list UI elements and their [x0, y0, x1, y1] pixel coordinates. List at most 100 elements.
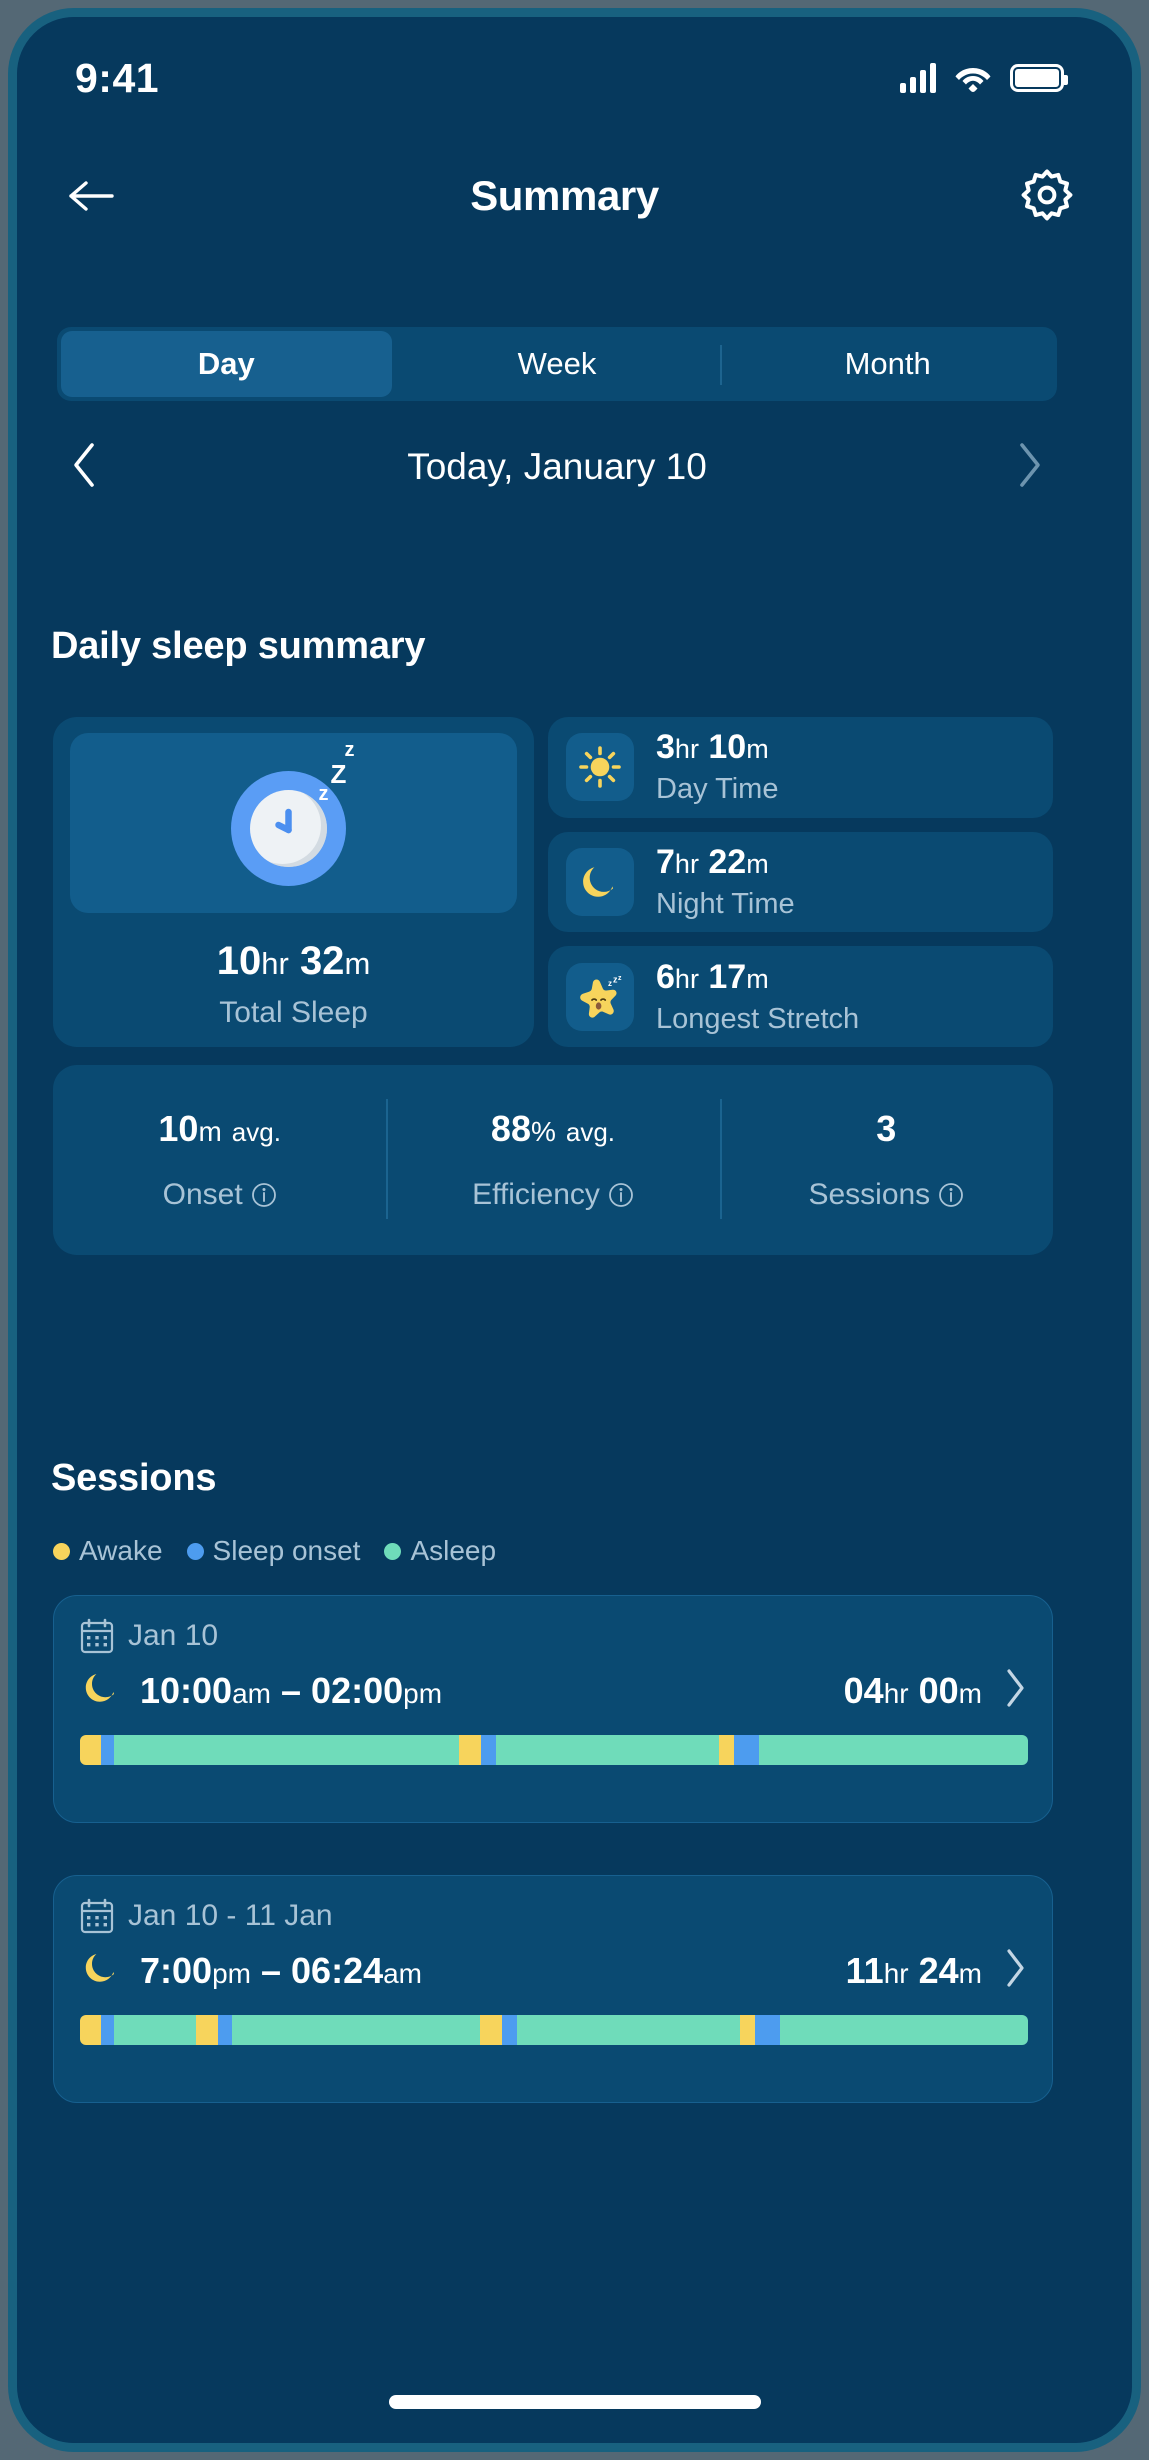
efficiency-label: Efficiency	[472, 1178, 600, 1211]
longest-stretch-hours-unit: hr	[674, 963, 699, 994]
timeline-segment-sleep-onset	[218, 2015, 232, 2045]
metric-card-night-time[interactable]: 7hr 22m Night Time	[548, 831, 1053, 933]
timeline-segment-asleep	[114, 1735, 460, 1765]
chevron-right-icon[interactable]	[1017, 442, 1043, 493]
tab-month[interactable]: Month	[722, 331, 1053, 397]
session-duration-hours: 04	[843, 1669, 884, 1711]
legend-dot-asleep	[384, 1542, 402, 1560]
sessions-label: Sessions	[808, 1178, 931, 1211]
period-tabs[interactable]: Day Week Month	[57, 327, 1057, 401]
sessions-value: 3	[876, 1108, 896, 1150]
status-time: 9:41	[75, 54, 160, 101]
tab-day[interactable]: Day	[61, 331, 392, 397]
stat-sessions[interactable]: 3 Sessions	[719, 1065, 1053, 1255]
sun-icon	[566, 733, 634, 802]
night-time-minutes-unit: m	[746, 849, 769, 879]
zzz-big: Z	[330, 759, 347, 789]
session-dash: –	[260, 1949, 282, 1991]
zzz-small-2: z	[344, 739, 355, 761]
night-time-minutes: 22	[708, 843, 747, 881]
home-indicator[interactable]	[388, 2395, 761, 2409]
session-card[interactable]: Jan 10 10:00am – 02:00pm 04hr 00m	[53, 1595, 1053, 1823]
chevron-left-icon[interactable]	[71, 442, 97, 493]
timeline-segment-asleep	[496, 1735, 719, 1765]
session-duration-minutes: 24	[918, 1949, 959, 1991]
session-start-meridiem: am	[232, 1677, 271, 1709]
session-date-row: Jan 10	[80, 1618, 1026, 1654]
device-frame: 9:41 Summary Day Week Month Today, Janua…	[0, 0, 1149, 2460]
session-duration-minutes-unit: m	[958, 1957, 982, 1989]
moon-icon	[566, 848, 634, 916]
stats-row: 10m avg. Onset 88% avg. Efficiency 3 Ses…	[53, 1065, 1053, 1255]
day-time-label: Day Time	[656, 773, 779, 806]
legend-dot-sleep-onset	[186, 1542, 204, 1560]
legend-item-asleep: Asleep	[384, 1535, 496, 1567]
session-end-meridiem: am	[383, 1957, 423, 1989]
timeline-segment-sleep-onset	[100, 1735, 115, 1765]
longest-stretch-value: 6hr 17m	[656, 958, 859, 997]
cellular-signal-icon	[900, 63, 936, 93]
onset-unit: m	[198, 1116, 222, 1147]
metric-column: 3hr 10m Day Time 7hr 22m Night Time z z …	[548, 717, 1053, 1048]
timeline-segment-sleep-onset	[480, 1735, 497, 1765]
session-duration-hours-unit: hr	[883, 1677, 909, 1709]
metric-card-day-time[interactable]: 3hr 10m Day Time	[548, 717, 1053, 818]
total-sleep-card[interactable]: z Z z 10hr 32m Total Sleep	[53, 717, 534, 1047]
info-icon	[939, 1183, 964, 1207]
efficiency-value: 88% avg.	[491, 1108, 615, 1150]
session-start-time: 7:00	[140, 1949, 213, 1991]
session-card[interactable]: Jan 10 - 11 Jan 7:00pm – 06:24am 11hr 24…	[53, 1875, 1053, 2103]
total-minutes: 32	[299, 939, 345, 983]
current-date-label: Today, January 10	[407, 446, 707, 487]
tab-week[interactable]: Week	[392, 331, 723, 397]
metric-text: 7hr 22m Night Time	[656, 843, 795, 921]
session-timeline[interactable]	[80, 2015, 1028, 2045]
legend-dot-awake	[53, 1542, 70, 1560]
wifi-icon	[954, 63, 992, 93]
timeline-segment-sleep-onset	[734, 1735, 759, 1765]
sleeping-clock-icon: z Z z	[219, 739, 369, 893]
date-navigator: Today, January 10	[57, 427, 1057, 507]
legend-label-awake: Awake	[79, 1535, 163, 1566]
timeline-segment-awake	[80, 1735, 101, 1765]
efficiency-suffix: avg.	[565, 1117, 616, 1147]
night-time-label: Night Time	[656, 888, 795, 920]
chevron-right-icon[interactable]	[1004, 1948, 1026, 1993]
metric-card-longest-stretch[interactable]: z z z 6hr 17m Longest Stretch	[548, 946, 1053, 1048]
timeline-segment-asleep	[779, 2015, 1028, 2045]
sessions-label-row: Sessions	[808, 1178, 964, 1212]
longest-stretch-label: Longest Stretch	[656, 1002, 860, 1035]
page-title: Summary	[470, 172, 659, 219]
metric-text: 6hr 17m Longest Stretch	[656, 958, 859, 1036]
day-time-value: 3hr 10m	[656, 728, 778, 767]
efficiency-number: 88	[490, 1108, 531, 1149]
session-end-time: 02:00	[311, 1669, 404, 1711]
session-timeline[interactable]	[80, 1735, 1028, 1765]
session-time-range: 10:00am – 02:00pm	[140, 1670, 442, 1712]
legend-item-awake: Awake	[53, 1535, 163, 1567]
metric-text: 3hr 10m Day Time	[656, 728, 778, 806]
legend-label-sleep-onset: Sleep onset	[212, 1535, 361, 1566]
session-time-range: 7:00pm – 06:24am	[140, 1950, 422, 1992]
stat-efficiency[interactable]: 88% avg. Efficiency	[386, 1065, 719, 1255]
efficiency-label-row: Efficiency	[472, 1178, 634, 1212]
session-start-time: 10:00	[140, 1669, 233, 1711]
sessions-number: 3	[876, 1108, 897, 1149]
longest-stretch-minutes-unit: m	[746, 963, 769, 994]
night-time-hours: 7	[656, 843, 675, 881]
day-time-hours-unit: hr	[674, 734, 699, 765]
session-end-meridiem: pm	[403, 1677, 443, 1709]
info-icon	[609, 1183, 633, 1207]
chevron-right-icon[interactable]	[1004, 1668, 1026, 1713]
timeline-segment-awake	[480, 2015, 502, 2045]
sleep-illustration-box: z Z z	[70, 733, 517, 913]
stat-onset[interactable]: 10m avg. Onset	[53, 1065, 386, 1255]
status-icons	[900, 63, 1068, 93]
timeline-segment-awake	[195, 2015, 219, 2045]
day-time-minutes: 10	[708, 728, 747, 767]
calendar-icon	[80, 1898, 114, 1934]
longest-stretch-minutes: 17	[708, 957, 747, 996]
gear-icon[interactable]	[1012, 161, 1082, 231]
onset-number: 10	[158, 1108, 199, 1149]
onset-label: Onset	[162, 1178, 243, 1211]
